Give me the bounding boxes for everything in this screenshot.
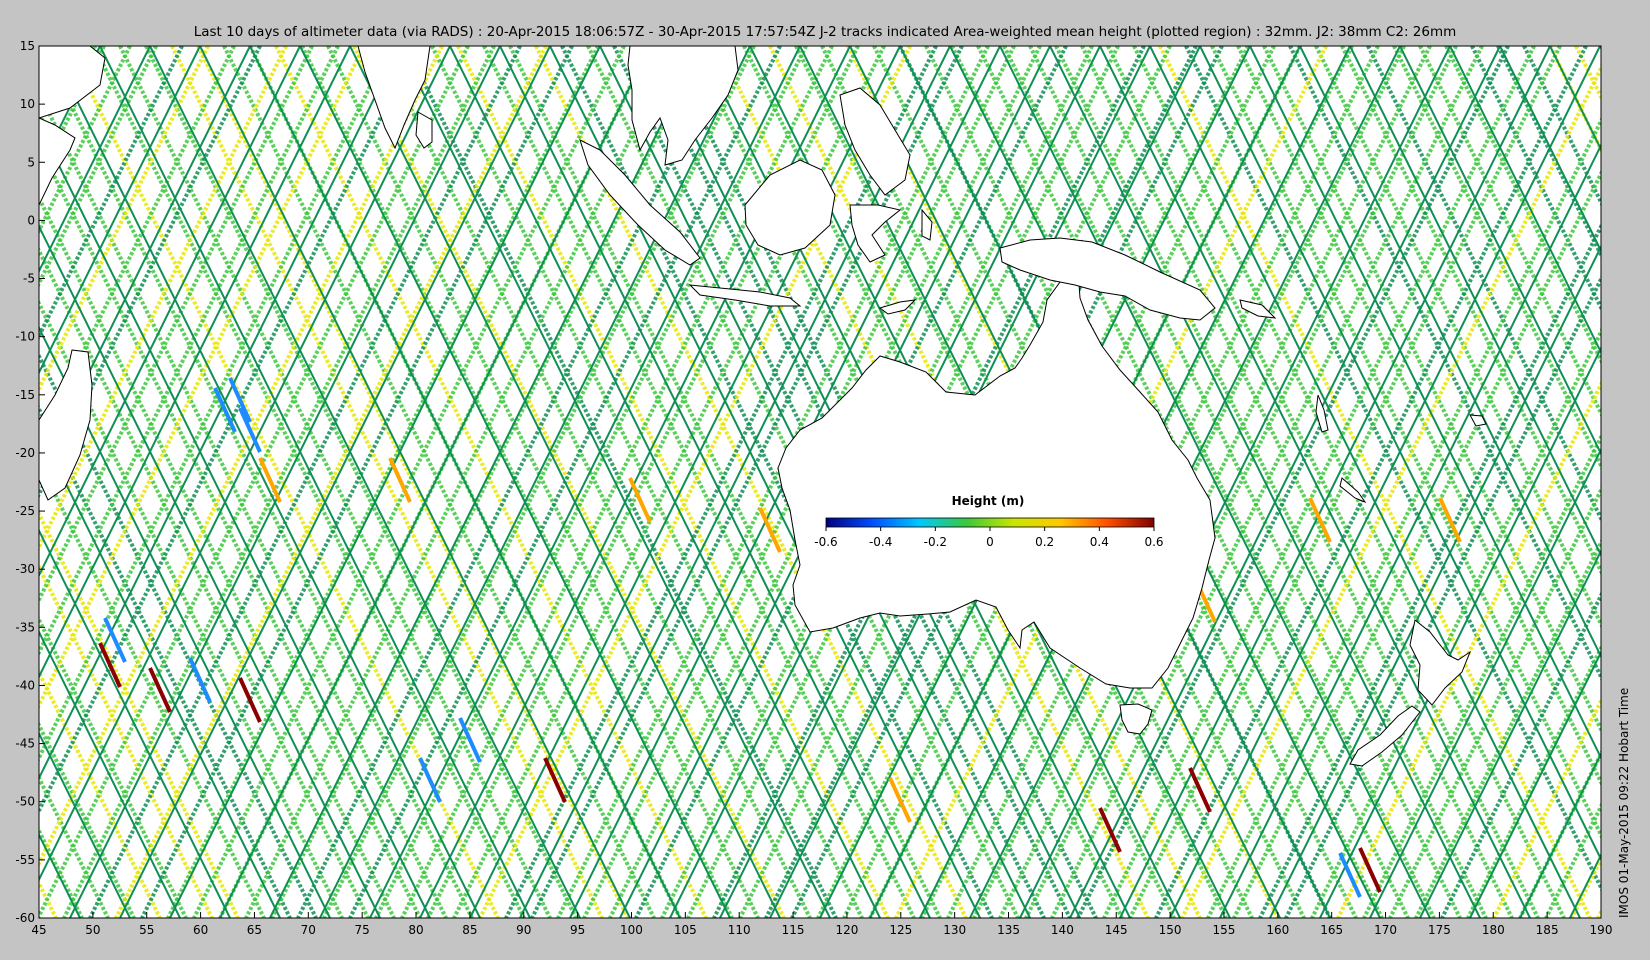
x-tick-label: 190 <box>1590 923 1613 937</box>
colorbar-tick-label: 0.4 <box>1090 535 1109 549</box>
x-tick-label: 140 <box>1051 923 1074 937</box>
x-tick-label: 155 <box>1213 923 1236 937</box>
x-tick-label: 165 <box>1320 923 1343 937</box>
x-tick-label: 65 <box>247 923 262 937</box>
x-tick-label: 145 <box>1105 923 1128 937</box>
x-tick-label: 150 <box>1159 923 1182 937</box>
x-tick-label: 120 <box>835 923 858 937</box>
y-tick-label: 15 <box>20 39 35 53</box>
x-tick-label: 85 <box>462 923 477 937</box>
x-tick-label: 75 <box>355 923 370 937</box>
colorbar-tick-label: 0.2 <box>1035 535 1054 549</box>
y-tick-label: 5 <box>27 155 35 169</box>
x-tick-label: 60 <box>193 923 208 937</box>
colorbar-tick-label: 0.6 <box>1144 535 1163 549</box>
colorbar-tick-label: 0 <box>986 535 994 549</box>
y-tick-label: 0 <box>27 213 35 227</box>
x-tick-label: 130 <box>943 923 966 937</box>
y-tick-label: -30 <box>15 562 35 576</box>
track-segment <box>0 46 30 918</box>
x-tick-label: 110 <box>728 923 751 937</box>
y-tick-label: -35 <box>15 620 35 634</box>
x-tick-label: 185 <box>1536 923 1559 937</box>
x-tick-label: 100 <box>620 923 643 937</box>
colorbar-tick-label: -0.2 <box>924 535 947 549</box>
y-tick-label: -40 <box>15 678 35 692</box>
y-tick-label: -45 <box>15 737 35 751</box>
track-segment <box>1628 46 1650 918</box>
x-tick-label: 115 <box>782 923 805 937</box>
x-tick-label: 160 <box>1266 923 1289 937</box>
x-tick-label: 175 <box>1428 923 1451 937</box>
colorbar-tick-label: -0.6 <box>814 535 837 549</box>
x-tick-label: 180 <box>1482 923 1505 937</box>
x-tick-label: 95 <box>570 923 585 937</box>
x-tick-label: 170 <box>1374 923 1397 937</box>
altimeter-map: 151050-5-10-15-20-25-30-35-40-45-50-55-6… <box>0 39 1650 937</box>
y-tick-label: 10 <box>20 97 35 111</box>
imos-timestamp: IMOS 01-May-2015 09:22 Hobart Time <box>1617 687 1631 918</box>
colorbar-gradient <box>825 517 1155 528</box>
y-tick-label: -15 <box>15 388 35 402</box>
x-tick-label: 80 <box>408 923 423 937</box>
x-tick-label: 70 <box>301 923 316 937</box>
y-tick-label: -20 <box>15 446 35 460</box>
x-tick-label: 55 <box>139 923 154 937</box>
colorbar-title: Height (m) <box>952 494 1025 508</box>
track-segment <box>0 46 26 918</box>
y-tick-label: -25 <box>15 504 35 518</box>
x-tick-label: 90 <box>516 923 531 937</box>
x-tick-label: 125 <box>889 923 912 937</box>
x-tick-label: 135 <box>997 923 1020 937</box>
y-tick-label: -55 <box>15 853 35 867</box>
x-tick-label: 105 <box>674 923 697 937</box>
y-tick-label: -5 <box>23 272 35 286</box>
y-tick-label: -50 <box>15 795 35 809</box>
colorbar-tick-label: -0.4 <box>869 535 892 549</box>
x-tick-label: 45 <box>31 923 46 937</box>
j2-track <box>0 46 30 918</box>
y-tick-label: -10 <box>15 330 35 344</box>
x-tick-label: 50 <box>85 923 100 937</box>
